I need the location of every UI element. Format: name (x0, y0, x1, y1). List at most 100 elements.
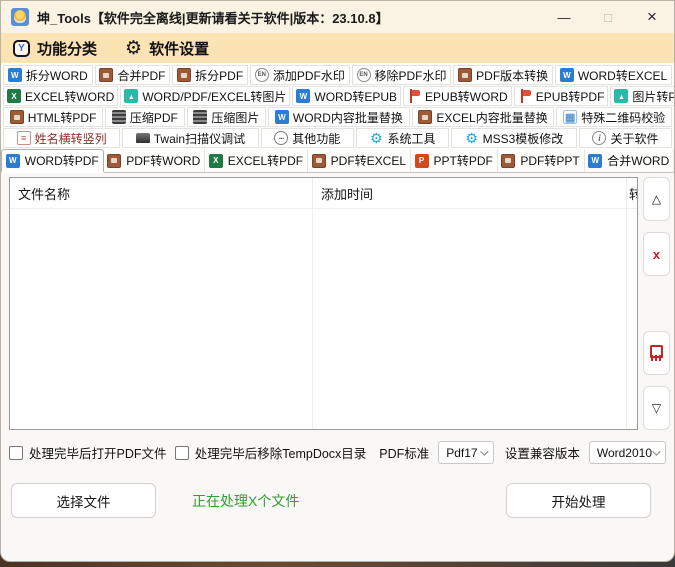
move-up-button[interactable]: △ (643, 177, 670, 221)
toolbar-button-html-to-pdf[interactable]: HTML转PDF (3, 107, 103, 127)
toolbar-button-name-horizontal-to-vertical[interactable]: 姓名横转竖列 (3, 128, 120, 148)
select-files-button[interactable]: 选择文件 (11, 483, 156, 518)
pdf-standard-value: Pdf17 (446, 446, 477, 460)
gear-blue-icon (369, 131, 383, 145)
image-icon (614, 89, 628, 103)
toolbar-button-other-functions[interactable]: 其他功能 (261, 128, 354, 148)
toolbar-button-office-to-image[interactable]: WORD/PDF/EXCEL转图片 (120, 86, 290, 106)
main-content: 文件名称 添加时间 转 △ x ▽ (1, 173, 674, 430)
toolbar-button-excel-batch-replace[interactable]: EXCEL内容批量替换 (412, 107, 555, 127)
toolbar-button-word-batch-replace[interactable]: WORD内容批量替换 (268, 107, 409, 127)
toolbar-button-pdf-version-convert[interactable]: PDF版本转换 (453, 65, 553, 85)
word-icon (8, 68, 22, 82)
tab-pdf-to-excel[interactable]: PDF转EXCEL (308, 149, 411, 172)
button-label: PDF版本转换 (476, 67, 548, 84)
window-title: 坤_Tools【软件完全离线|更新请看关于软件|版本：23.10.8】 (37, 8, 389, 27)
button-label: WORD转EXCEL (578, 67, 667, 84)
toolbar-button-compress-image[interactable]: 压缩图片 (187, 107, 267, 127)
gear-blue-icon (465, 131, 479, 145)
app-logo-icon (11, 8, 29, 26)
tab-excel-to-pdf[interactable]: EXCEL转PDF (205, 149, 308, 172)
toolbar-button-special-qr-verify[interactable]: 特殊二维码校验 (556, 107, 672, 127)
maximize-button[interactable]: □ (586, 1, 630, 33)
toolbar-button-epub-to-word[interactable]: EPUB转WORD (403, 86, 512, 106)
button-label: 压缩PDF (130, 109, 178, 126)
toolbar-row-1: 拆分WORD 合并PDF 拆分PDF 添加PDF水印 移除PDF水印 PDF版本… (3, 65, 672, 85)
column-header-add-time[interactable]: 添加时间 (313, 178, 627, 208)
toolbar-button-about-software[interactable]: 关于软件 (579, 128, 672, 148)
toolbar-button-epub-to-pdf[interactable]: EPUB转PDF (514, 86, 609, 106)
pdf-icon (501, 154, 515, 168)
button-label: 图片转PDF (632, 88, 675, 105)
toolbar-button-compress-pdf[interactable]: 压缩PDF (105, 107, 185, 127)
button-label: EPUB转WORD (425, 88, 508, 105)
toolbar-button-split-word[interactable]: 拆分WORD (3, 65, 93, 85)
menu-item-software-settings[interactable]: ⚙ 软件设置 (125, 38, 209, 59)
start-processing-button[interactable]: 开始处理 (506, 483, 651, 518)
compress-icon (112, 110, 126, 124)
button-label: WORD/PDF/EXCEL转图片 (142, 88, 286, 105)
stamp-icon (357, 68, 371, 82)
column-header-convert-clipped[interactable]: 转 (627, 178, 637, 208)
toolbar-button-mss3-template-edit[interactable]: MSS3模板修改 (451, 128, 577, 148)
tab-pdf-to-ppt[interactable]: PDF转PPT (498, 149, 585, 172)
info-icon (592, 131, 606, 145)
checkbox-icon[interactable] (9, 446, 23, 460)
toolbar-button-add-pdf-watermark[interactable]: 添加PDF水印 (250, 65, 350, 85)
tab-word-to-pdf[interactable]: WORD转PDF (1, 149, 104, 173)
file-list-table[interactable]: 文件名称 添加时间 转 (9, 177, 638, 430)
move-down-button[interactable]: ▽ (643, 386, 670, 430)
button-label: WORD内容批量替换 (293, 109, 403, 126)
toolbar-row-4: 姓名横转竖列 Twain扫描仪调试 其他功能 系统工具 MSS3模板修改 关于软… (3, 128, 672, 148)
button-label: 拆分PDF (195, 67, 243, 84)
stamp-icon (255, 68, 269, 82)
tab-merge-word[interactable]: 合并WORD (585, 149, 675, 172)
checkbox-open-pdf-after[interactable]: 处理完毕后打开PDF文件 (9, 443, 167, 462)
clear-list-button[interactable] (643, 331, 670, 375)
chevron-down-icon (480, 447, 488, 455)
tab-pdf-to-word[interactable]: PDF转WORD (104, 149, 206, 172)
button-label: 压缩图片 (211, 109, 259, 126)
pdf-icon (312, 154, 326, 168)
checkbox-icon[interactable] (175, 446, 189, 460)
button-label: 拆分WORD (26, 67, 88, 84)
checkbox-remove-tempdocx[interactable]: 处理完毕后移除TempDocx目录 (175, 443, 367, 462)
button-label: 添加PDF水印 (273, 67, 345, 84)
triangle-down-icon: ▽ (652, 401, 661, 415)
footer-row: 选择文件 正在处理X个文件 开始处理 (11, 483, 664, 518)
menu-label: 软件设置 (149, 38, 209, 59)
toolbar-button-image-to-pdf[interactable]: 图片转PDF (610, 86, 675, 106)
scanner-icon (136, 133, 150, 143)
compress-icon (193, 110, 207, 124)
toolbar-button-twain-scanner-debug[interactable]: Twain扫描仪调试 (122, 128, 259, 148)
tab-label: EXCEL转PDF (228, 152, 303, 169)
tab-ppt-to-pdf[interactable]: PPT转PDF (411, 149, 498, 172)
conversion-tabs: WORD转PDF PDF转WORD EXCEL转PDF PDF转EXCEL PP… (1, 149, 674, 173)
toolbar-button-word-to-excel[interactable]: WORD转EXCEL (555, 65, 672, 85)
menu-item-function-category[interactable]: Y 功能分类 (13, 38, 97, 59)
column-header-file-name[interactable]: 文件名称 (10, 178, 313, 208)
remove-selected-button[interactable]: x (643, 232, 670, 276)
brush-icon (649, 345, 664, 361)
button-label: Twain扫描仪调试 (154, 130, 245, 147)
tab-label: PPT转PDF (434, 152, 493, 169)
button-label: 姓名横转竖列 (35, 130, 107, 147)
table-header: 文件名称 添加时间 转 (10, 178, 637, 209)
toolbar-button-merge-pdf[interactable]: 合并PDF (95, 65, 171, 85)
toolbar-button-excel-to-word[interactable]: EXCEL转WORD (3, 86, 118, 106)
toolbar-button-split-pdf[interactable]: 拆分PDF (172, 65, 248, 85)
toolbar-button-system-tools[interactable]: 系统工具 (356, 128, 449, 148)
pdf-standard-label: PDF标准 (379, 443, 429, 462)
button-label: MSS3模板修改 (483, 130, 564, 147)
word-icon (560, 68, 574, 82)
window-controls: — □ × (542, 1, 674, 33)
toolbar-button-word-to-epub[interactable]: WORD转EPUB (292, 86, 401, 106)
close-button[interactable]: × (630, 1, 674, 33)
pdf-standard-select[interactable]: Pdf17 (438, 441, 494, 464)
minimize-button[interactable]: — (542, 1, 586, 33)
toolbar-button-remove-pdf-watermark[interactable]: 移除PDF水印 (352, 65, 452, 85)
compat-version-select[interactable]: Word2010 (589, 441, 666, 464)
title-bar: 坤_Tools【软件完全离线|更新请看关于软件|版本：23.10.8】 — □ … (1, 1, 674, 33)
compat-version-label: 设置兼容版本 (505, 443, 580, 462)
pdf-icon (418, 110, 432, 124)
